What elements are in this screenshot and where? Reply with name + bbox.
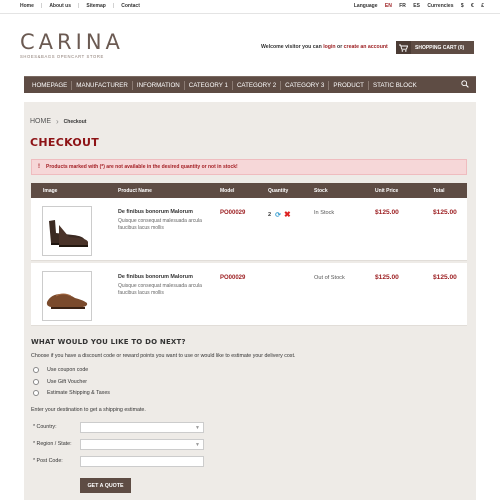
table-row: De finibus bonorum Malorum Quisque conse…	[31, 198, 467, 261]
welcome-message: Welcome visitor you can login or create …	[261, 44, 388, 50]
or-text: or	[337, 44, 343, 50]
language-label: Language	[353, 3, 378, 9]
breadcrumb-home[interactable]: HOME	[30, 118, 51, 125]
nav-item-product[interactable]: PRODUCT	[329, 80, 369, 90]
breadcrumb: HOME › Checkout	[30, 117, 86, 126]
nav-item-homepage[interactable]: HOMEPAGE	[28, 80, 73, 90]
select-arrow-icon: ▼	[195, 442, 200, 448]
next-steps-heading: WHAT WOULD YOU LIKE TO DO NEXT?	[31, 338, 186, 346]
nav-item-category-1[interactable]: CATEGORY 1	[185, 80, 233, 90]
next-steps-description: Choose if you have a discount code or re…	[31, 353, 296, 359]
product-image[interactable]	[42, 206, 92, 256]
cart-icon	[396, 41, 411, 54]
option-label: Use Gift Voucher	[47, 379, 88, 385]
register-link[interactable]: create an account	[344, 44, 388, 50]
language-en[interactable]: EN	[385, 3, 392, 9]
coupon-radio[interactable]	[33, 367, 39, 373]
main-content: HOME › Checkout CHECKOUT ! Products mark…	[24, 102, 476, 500]
stock-warning: ! Products marked with (*) are not avail…	[31, 159, 467, 175]
logo-name: CARINA	[20, 30, 124, 54]
select-arrow-icon: ▼	[195, 425, 200, 431]
nav-item-manufacturer[interactable]: MANUFACTURER	[72, 80, 133, 90]
col-total: Total	[433, 188, 445, 194]
top-links: Home | About us | Sitemap | Contact	[20, 3, 147, 9]
table-header: Image Product Name Model Quantity Stock …	[31, 183, 467, 198]
option-coupon[interactable]: Use coupon code	[33, 367, 88, 373]
nav-item-static-block[interactable]: STATIC BLOCK	[369, 81, 421, 90]
warning-text: Products marked with (*) are not availab…	[46, 164, 238, 170]
shopping-cart-button[interactable]: SHOPPING CART (0)	[396, 41, 474, 54]
unit-price: $125.00	[375, 209, 399, 216]
remove-icon[interactable]: ✖	[284, 210, 291, 219]
top-link-about[interactable]: About us	[49, 3, 71, 9]
top-link-contact[interactable]: Contact	[121, 3, 140, 9]
product-description: Quisque consequat malesuada arcula fauci…	[118, 218, 202, 231]
currency-eur[interactable]: €	[471, 3, 474, 9]
language-es[interactable]: ES	[413, 3, 420, 9]
welcome-text: Welcome visitor you can	[261, 44, 322, 50]
total-price: $125.00	[433, 274, 457, 281]
product-name[interactable]: De finibus bonorum Malorum	[118, 274, 193, 280]
total-price: $125.00	[433, 209, 457, 216]
login-link[interactable]: login	[323, 44, 335, 50]
search-icon[interactable]	[461, 80, 469, 90]
quantity-control: 2 ⟳ ✖	[268, 210, 291, 219]
separator: |	[77, 3, 80, 9]
separator: |	[112, 3, 115, 9]
col-product-name: Product Name	[118, 188, 152, 194]
nav-item-category-2[interactable]: CATEGORY 2	[233, 80, 282, 90]
breadcrumb-current: Checkout	[63, 118, 87, 125]
region-label: * Region / State:	[33, 441, 72, 447]
voucher-radio[interactable]	[33, 379, 39, 385]
postcode-label: * Post Code:	[33, 458, 63, 464]
cart-label: SHOPPING CART (0)	[415, 44, 465, 51]
option-voucher[interactable]: Use Gift Voucher	[33, 379, 87, 385]
language-fr[interactable]: FR	[399, 3, 406, 9]
separator: |	[40, 3, 43, 9]
logo-tagline: SHOES&BAGS OPENCART STORE	[20, 54, 104, 59]
table-row: De finibus bonorum Malorum Quisque conse…	[31, 263, 467, 326]
main-nav: HOMEPAGE MANUFACTURER INFORMATION CATEGO…	[24, 76, 476, 93]
chevron-right-icon: ›	[56, 117, 59, 126]
col-quantity: Quantity	[268, 188, 289, 194]
unit-price: $125.00	[375, 274, 399, 281]
product-image[interactable]	[42, 271, 92, 321]
product-name[interactable]: De finibus bonorum Malorum	[118, 209, 193, 215]
page-title: CHECKOUT	[30, 136, 100, 149]
country-label: * Country:	[33, 424, 57, 430]
product-model: PO00029	[220, 210, 246, 216]
nav-item-information[interactable]: INFORMATION	[133, 80, 185, 90]
top-link-sitemap[interactable]: Sitemap	[86, 3, 105, 9]
country-select[interactable]: ▼	[80, 422, 204, 433]
quantity-value[interactable]: 2	[268, 212, 271, 218]
currency-gbp[interactable]: £	[481, 3, 484, 9]
product-model: PO00029	[220, 275, 246, 281]
postcode-input[interactable]	[80, 456, 204, 467]
product-description: Quisque consequat malesuada arcula fauci…	[118, 283, 202, 296]
cart-table: Image Product Name Model Quantity Stock …	[31, 183, 467, 326]
locale-settings: Language EN FR ES Currencies $ € £	[348, 3, 484, 9]
shipping-description: Enter your destination to get a shipping…	[31, 407, 146, 413]
top-bar: Home | About us | Sitemap | Contact Language E…	[0, 0, 500, 14]
col-model: Model	[220, 188, 235, 194]
currencies-label: Currencies	[427, 3, 454, 9]
exclamation-icon: !	[38, 164, 40, 170]
col-image: Image	[43, 188, 58, 194]
store-logo[interactable]: CARINA SHOES&BAGS OPENCART STORE	[20, 30, 124, 60]
currency-usd[interactable]: $	[461, 3, 464, 9]
shipping-radio[interactable]	[33, 390, 39, 396]
option-label: Estimate Shipping & Taxes	[47, 390, 110, 396]
stock-status: In Stock	[314, 210, 335, 216]
col-unit-price: Unit Price	[375, 188, 399, 194]
option-label: Use coupon code	[47, 367, 89, 373]
get-quote-button[interactable]: GET A QUOTE	[80, 478, 131, 493]
option-shipping[interactable]: Estimate Shipping & Taxes	[33, 390, 110, 396]
refresh-icon[interactable]: ⟳	[275, 211, 281, 219]
region-select[interactable]: ▼	[80, 439, 204, 450]
nav-item-category-3[interactable]: CATEGORY 3	[281, 80, 330, 90]
top-link-home[interactable]: Home	[20, 3, 34, 9]
stock-status: Out of Stock	[314, 275, 345, 281]
col-stock: Stock	[314, 188, 328, 194]
